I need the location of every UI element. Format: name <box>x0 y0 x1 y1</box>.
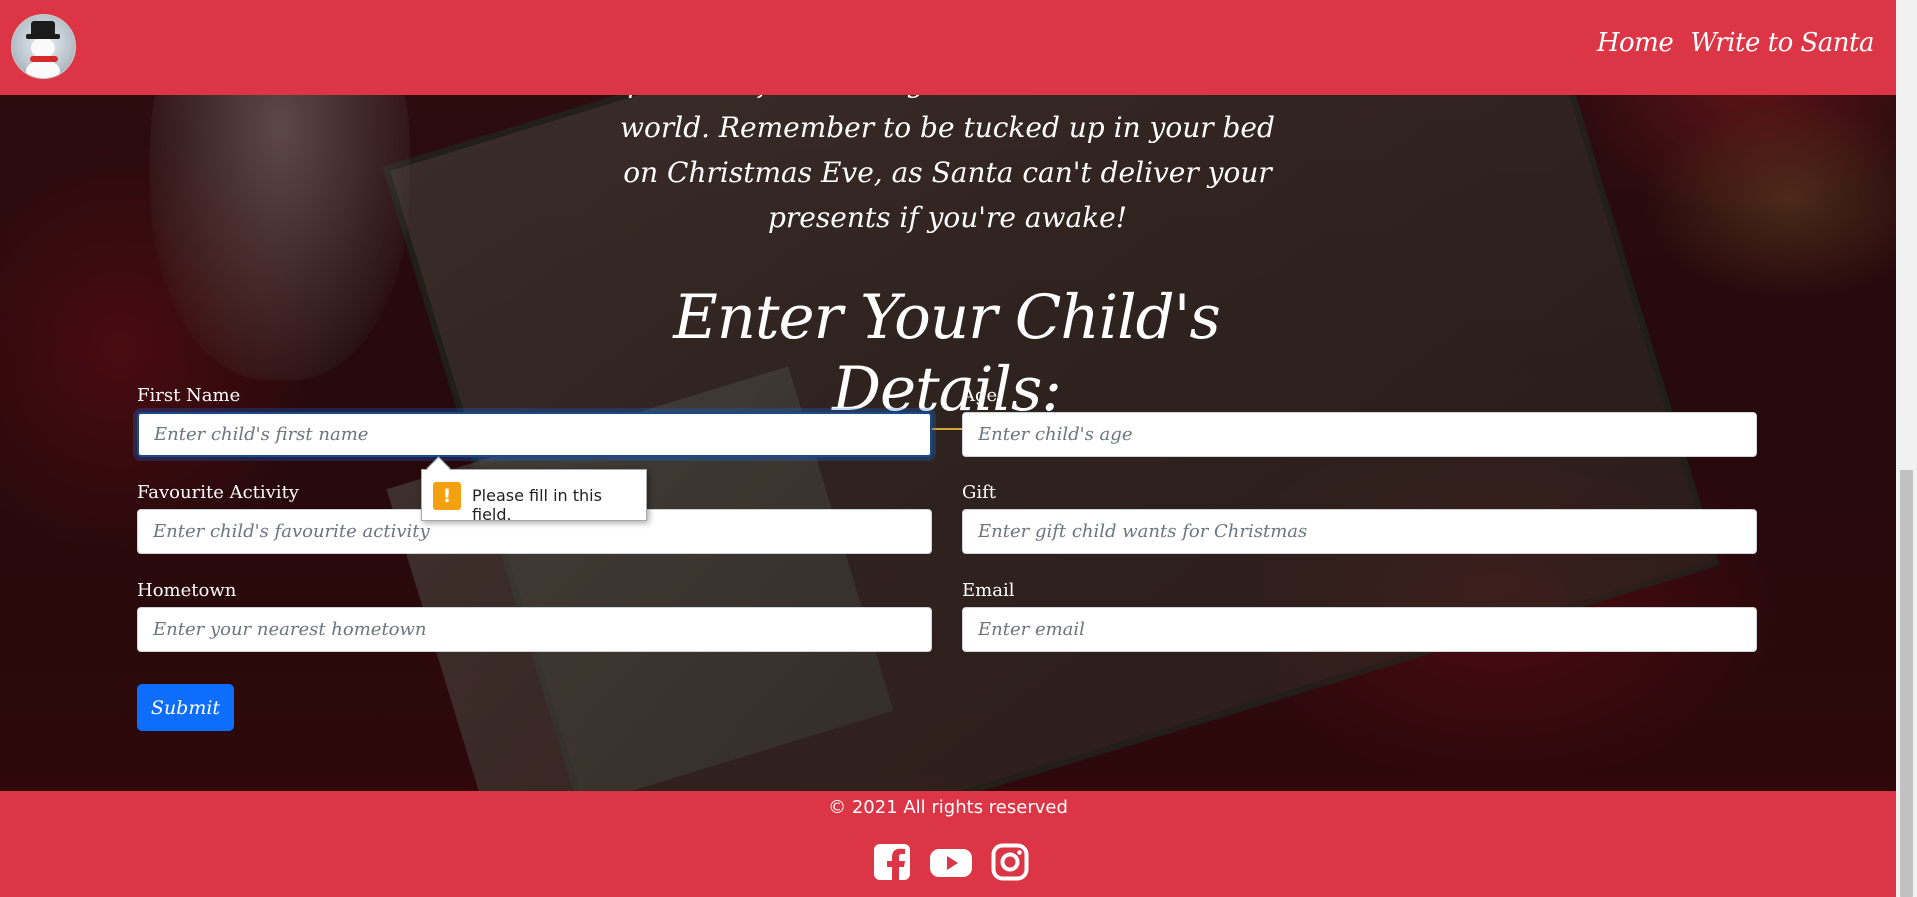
hometown-input[interactable] <box>137 607 932 652</box>
warning-icon: ! <box>433 482 461 510</box>
youtube-icon[interactable] <box>929 843 973 881</box>
page-scrollbar[interactable] <box>1896 0 1917 897</box>
first-name-input[interactable] <box>137 412 932 457</box>
email-input[interactable] <box>962 607 1757 652</box>
gift-input[interactable] <box>962 509 1757 554</box>
tooltip-message: Please fill in this field. <box>472 486 602 524</box>
favourite-activity-label: Favourite Activity <box>137 482 299 503</box>
scrollbar-thumb[interactable] <box>1900 470 1913 897</box>
hometown-label: Hometown <box>137 580 237 601</box>
instagram-icon[interactable] <box>991 843 1029 881</box>
footer: © 2021 All rights reserved <box>0 791 1896 897</box>
intro-line: world. Remember to be tucked up in your … <box>620 111 1275 144</box>
form-heading: Enter Your Child's Details: <box>615 282 1278 430</box>
email-label: Email <box>962 580 1015 601</box>
first-name-label: First Name <box>137 385 241 406</box>
age-label: Age <box>962 385 998 406</box>
navbar-overlay: Home Write to Santa <box>0 0 1896 95</box>
nav-links: Home Write to Santa <box>1597 28 1875 58</box>
intro-line: on Christmas Eve, as Santa can't deliver… <box>623 156 1272 189</box>
submit-button[interactable]: Submit <box>137 684 234 731</box>
intro-line: presents if you're awake! <box>768 201 1127 234</box>
validation-tooltip: ! Please fill in this field. <box>421 456 647 524</box>
age-input[interactable] <box>962 412 1757 457</box>
snowman-logo[interactable] <box>11 14 76 79</box>
nav-write-to-santa-link[interactable]: Write to Santa <box>1690 28 1874 58</box>
facebook-icon[interactable] <box>873 843 911 881</box>
social-links <box>873 843 1029 881</box>
gift-label: Gift <box>962 482 997 503</box>
copyright-text: © 2021 All rights reserved <box>828 797 1068 818</box>
nav-home-link[interactable]: Home <box>1597 28 1674 58</box>
